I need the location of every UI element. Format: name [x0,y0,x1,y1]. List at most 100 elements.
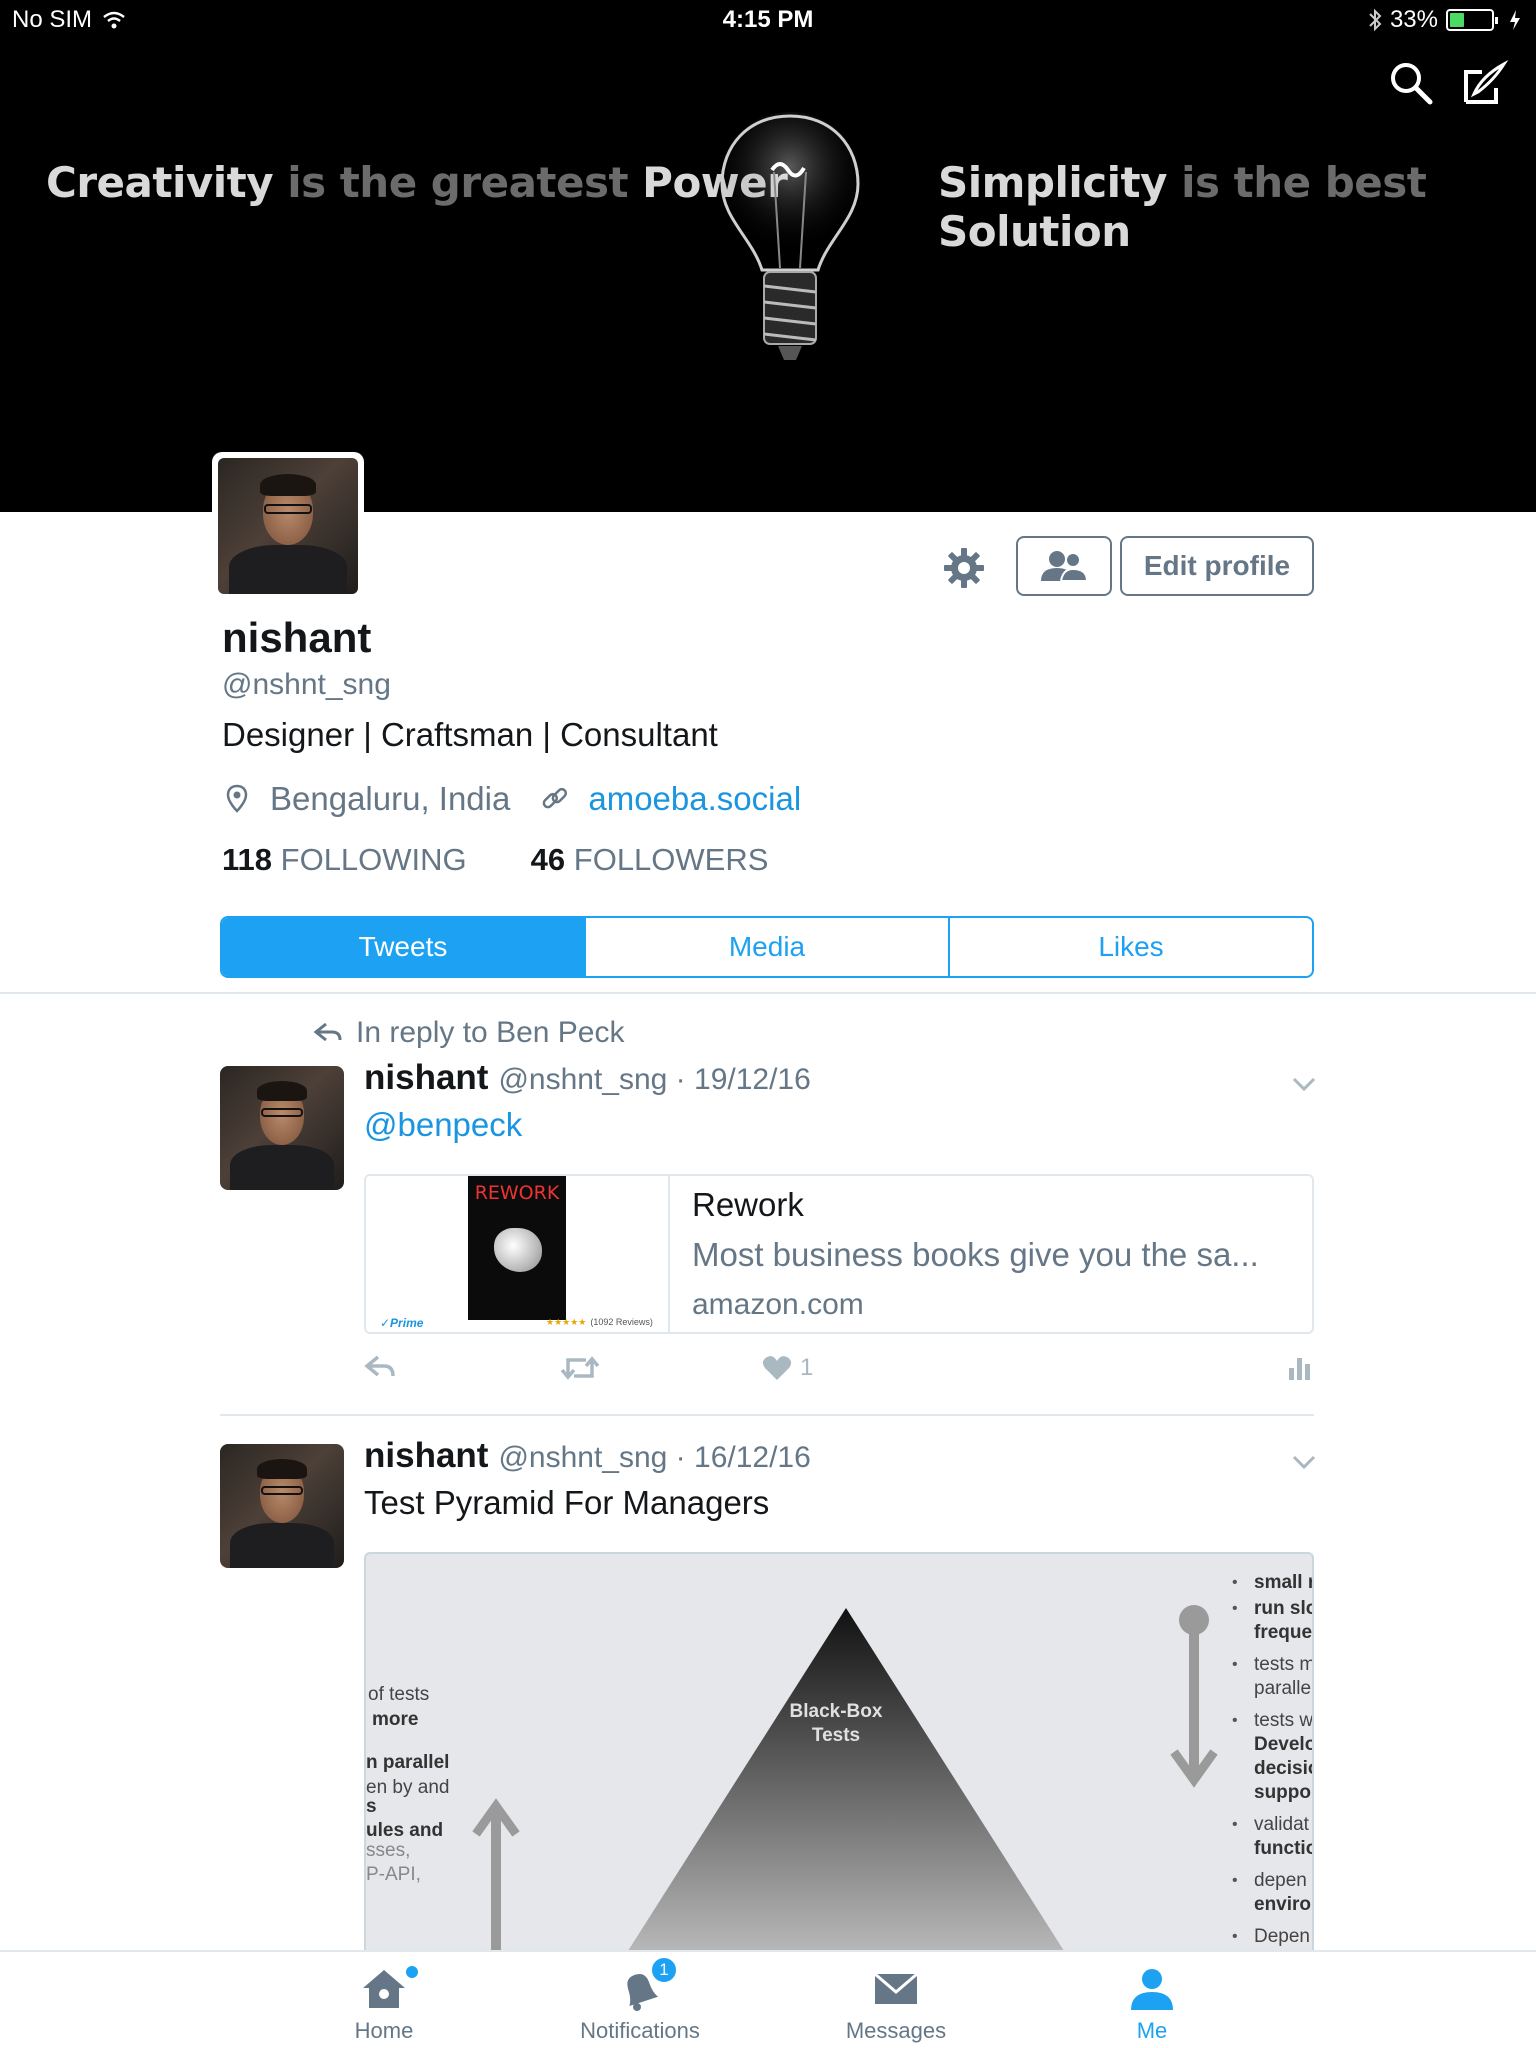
pyramid-label: Black-Box Tests [776,1700,896,1748]
divider [0,992,1536,994]
reply-arrow-icon [314,1022,342,1042]
image-text: Depen [1254,1926,1310,1947]
gear-icon[interactable] [942,546,986,590]
banner-word: is the greatest [273,158,643,207]
profile-website-link[interactable]: amoeba.social [588,780,801,818]
card-thumbnail: REWORK ✓Prime ★★★★★ (1092 Reviews) [366,1176,670,1332]
tab-media[interactable]: Media [584,918,948,976]
profile-bio: Designer | Craftsman | Consultant [222,716,718,753]
following-label: FOLLOWING [280,842,467,877]
notification-badge: 1 [650,1956,678,1984]
reply-icon [364,1355,395,1377]
book-title: REWORK [474,1182,560,1204]
bullet: • [1232,1816,1238,1833]
heart-icon [762,1356,792,1380]
retweet-icon [560,1356,600,1380]
lists-button[interactable] [1016,536,1112,596]
image-text: validat [1254,1814,1309,1835]
tweet-author-name[interactable]: nishant [364,1058,488,1097]
banner-word: Simplicity [938,158,1168,207]
profile-counts: 118 FOLLOWING 46 FOLLOWERS [222,842,768,878]
person-icon [1131,1969,1173,2010]
reply-context[interactable]: In reply to Ben Peck [314,1016,624,1050]
tab-notifications[interactable]: Notifications [560,1966,720,2044]
tab-me-label: Me [1136,2018,1168,2043]
followers-label: FOLLOWERS [573,842,769,877]
tab-notifications-label: Notifications [580,2018,700,2043]
bottom-tab-bar: Home Notifications 1 Messages Me [0,1950,1536,2048]
image-text: sses, [366,1840,411,1861]
bullet: • [1232,1600,1238,1617]
search-icon[interactable] [1386,58,1436,108]
bullet: • [1232,1928,1238,1945]
home-new-dot [406,1966,418,1978]
banner-word: Creativity [46,158,274,207]
charging-icon [1510,10,1520,30]
analytics-button[interactable] [1288,1354,1312,1380]
tab-home[interactable]: Home [304,1966,464,2044]
image-text: run slo [1254,1598,1314,1619]
tab-me[interactable]: Me [1072,1966,1232,2044]
tweet-avatar[interactable] [220,1444,344,1568]
edit-profile-button[interactable]: Edit profile [1120,536,1314,596]
image-text: functio [1254,1838,1314,1859]
followers-count[interactable]: 46 FOLLOWERS [531,842,769,878]
retweet-button[interactable] [560,1354,600,1382]
envelope-icon [874,1972,918,2004]
tweet-author-name[interactable]: nishant [364,1436,488,1475]
image-text: enviro [1254,1894,1312,1915]
card-title: Rework [692,1186,804,1223]
image-text: s [366,1796,377,1817]
chevron-down-icon[interactable] [1290,1074,1318,1094]
banner-quote-right: Simplicity is the best Solution [938,158,1536,256]
tweet-image[interactable]: Black-Box Tests of tests more n parallel… [364,1552,1314,1952]
tab-home-label: Home [354,2018,414,2043]
chevron-down-icon[interactable] [1290,1452,1318,1472]
link-icon [542,787,568,809]
star-rating: ★★★★★ (1092 Reviews) [546,1317,653,1328]
tweet-handle-date: @nshnt_sng · 19/12/16 [498,1063,811,1096]
pyramid-label-line: Black-Box [789,1701,883,1722]
location-pin-icon [226,784,248,813]
image-text: Develo [1254,1734,1314,1755]
image-text: paralle [1254,1678,1312,1699]
tab-messages-label: Messages [845,2018,947,2043]
tab-messages[interactable]: Messages [816,1966,976,2044]
reply-button[interactable] [364,1354,396,1380]
status-bar: No SIM 4:15 PM 33% [0,0,1536,40]
bullet: • [1232,1574,1238,1591]
following-count[interactable]: 118 FOLLOWING [222,842,467,878]
lightbulb-icon [716,112,864,360]
image-text: freque [1254,1622,1313,1643]
analytics-icon [1289,1358,1310,1380]
battery-percent: 33% [1389,6,1438,33]
link-card[interactable]: REWORK ✓Prime ★★★★★ (1092 Reviews) Rework… [364,1174,1314,1334]
compose-icon[interactable] [1460,58,1510,108]
profile-avatar[interactable] [212,452,364,600]
home-icon [363,1970,405,2008]
review-count: (1092 Reviews) [590,1317,653,1327]
like-button[interactable]: 1 [762,1354,813,1382]
banner-word: Solution [938,207,1131,256]
tweet-handle-date: @nshnt_sng · 16/12/16 [498,1441,811,1474]
bullet: • [1232,1872,1238,1889]
card-domain: amazon.com [692,1288,864,1321]
tweet-separator [220,1414,1314,1416]
prime-label: ✓Prime [380,1316,424,1330]
image-text: suppor [1254,1782,1314,1803]
tab-tweets[interactable]: Tweets [222,918,584,976]
status-time: 4:15 PM [722,6,814,33]
tweet-mention[interactable]: @benpeck [364,1106,522,1144]
banner-quote-left: Creativity is the greatest Power [46,158,788,207]
image-text: depen [1254,1870,1307,1891]
tab-likes[interactable]: Likes [948,918,1312,976]
profile-tabs: Tweets Media Likes [220,916,1314,978]
tweet-header: nishant @nshnt_sng · 19/12/16 [364,1058,811,1098]
reply-context-text: In reply to Ben Peck [356,1016,625,1049]
people-icon [1041,551,1089,582]
tweet-header: nishant @nshnt_sng · 16/12/16 [364,1436,811,1476]
image-text: tests w [1254,1710,1314,1731]
image-text: tests m [1254,1654,1314,1675]
profile-location: Bengaluru, India [270,780,511,817]
tweet-avatar[interactable] [220,1066,344,1190]
